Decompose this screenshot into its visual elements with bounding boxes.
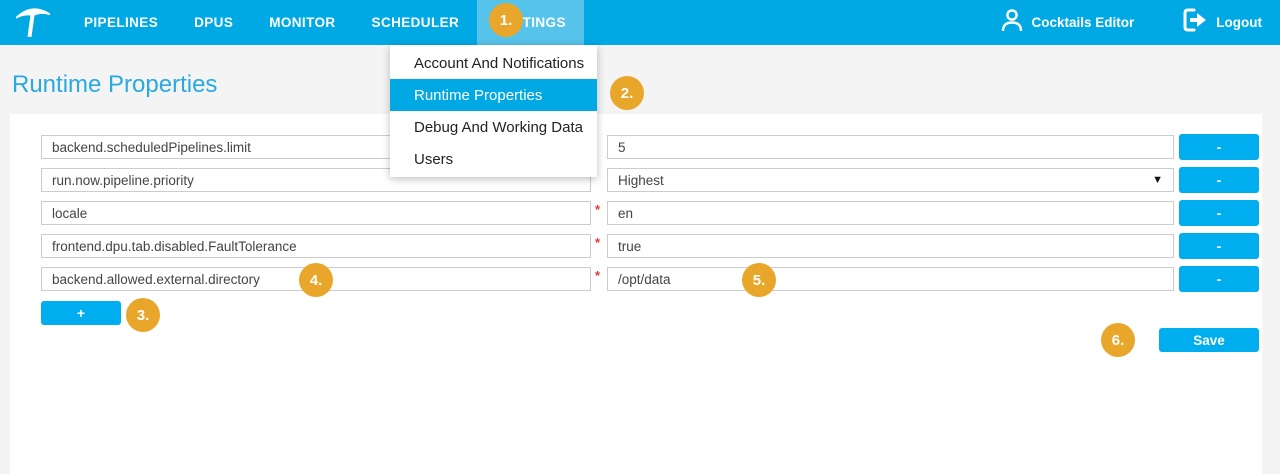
property-value-input[interactable]	[607, 267, 1174, 291]
logout-icon	[1182, 8, 1208, 37]
navbar-right: Cocktails Editor Logout	[1001, 0, 1280, 45]
top-navbar: PIPELINES DPUS MONITOR SCHEDULER SETTING…	[0, 0, 1280, 45]
user-icon	[1001, 8, 1023, 37]
app-logo[interactable]	[0, 0, 66, 45]
nav-item-scheduler[interactable]: SCHEDULER	[354, 0, 478, 45]
nav-item-pipelines[interactable]: PIPELINES	[66, 0, 176, 45]
property-key-input[interactable]	[41, 234, 591, 258]
select-selected-value: Highest	[618, 173, 664, 188]
annotation-badge-2: 2.	[610, 76, 644, 110]
property-value-select[interactable]: Highest ▼	[607, 168, 1174, 192]
nav-item-monitor[interactable]: MONITOR	[251, 0, 353, 45]
menu-item-account-and-notifications[interactable]: Account And Notifications	[390, 47, 597, 79]
property-value-input[interactable]	[607, 135, 1174, 159]
property-row: -	[10, 135, 1280, 162]
menu-item-runtime-properties[interactable]: Runtime Properties	[390, 79, 597, 111]
page-title: Runtime Properties	[12, 71, 217, 99]
remove-property-button[interactable]: -	[1179, 200, 1259, 226]
annotation-badge-1: 1.	[489, 3, 523, 37]
runtime-properties-panel: - Highest ▼ - * - * - * - + Save	[10, 114, 1262, 474]
remove-property-button[interactable]: -	[1179, 134, 1259, 160]
property-value-input[interactable]	[607, 201, 1174, 225]
annotation-badge-3: 3.	[126, 298, 160, 332]
chevron-down-icon: ▼	[1152, 174, 1163, 186]
umbrella-icon	[12, 1, 54, 44]
required-asterisk: *	[595, 202, 600, 217]
remove-property-button[interactable]: -	[1179, 167, 1259, 193]
property-row: * -	[10, 201, 1280, 228]
save-button[interactable]: Save	[1159, 328, 1259, 352]
logout-button[interactable]: Logout	[1182, 8, 1262, 37]
remove-property-button[interactable]: -	[1179, 233, 1259, 259]
property-key-input[interactable]	[41, 201, 591, 225]
required-asterisk: *	[595, 268, 600, 283]
user-name-label: Cocktails Editor	[1031, 15, 1134, 30]
required-asterisk: *	[595, 235, 600, 250]
nav-item-dpus[interactable]: DPUS	[176, 0, 251, 45]
property-value-input[interactable]	[607, 234, 1174, 258]
annotation-badge-5: 5.	[742, 263, 776, 297]
current-user-button[interactable]: Cocktails Editor	[1001, 8, 1134, 37]
annotation-badge-6: 6.	[1101, 323, 1135, 357]
logout-label: Logout	[1216, 15, 1262, 30]
property-row: Highest ▼ -	[10, 168, 1280, 195]
property-row: * -	[10, 234, 1280, 261]
remove-property-button[interactable]: -	[1179, 266, 1259, 292]
property-row: * -	[10, 267, 1280, 294]
add-property-button[interactable]: +	[41, 301, 121, 325]
menu-item-debug-and-working-data[interactable]: Debug And Working Data	[390, 111, 597, 143]
settings-dropdown-menu: Account And Notifications Runtime Proper…	[390, 45, 597, 177]
annotation-badge-4: 4.	[299, 263, 333, 297]
menu-item-users[interactable]: Users	[390, 143, 597, 175]
